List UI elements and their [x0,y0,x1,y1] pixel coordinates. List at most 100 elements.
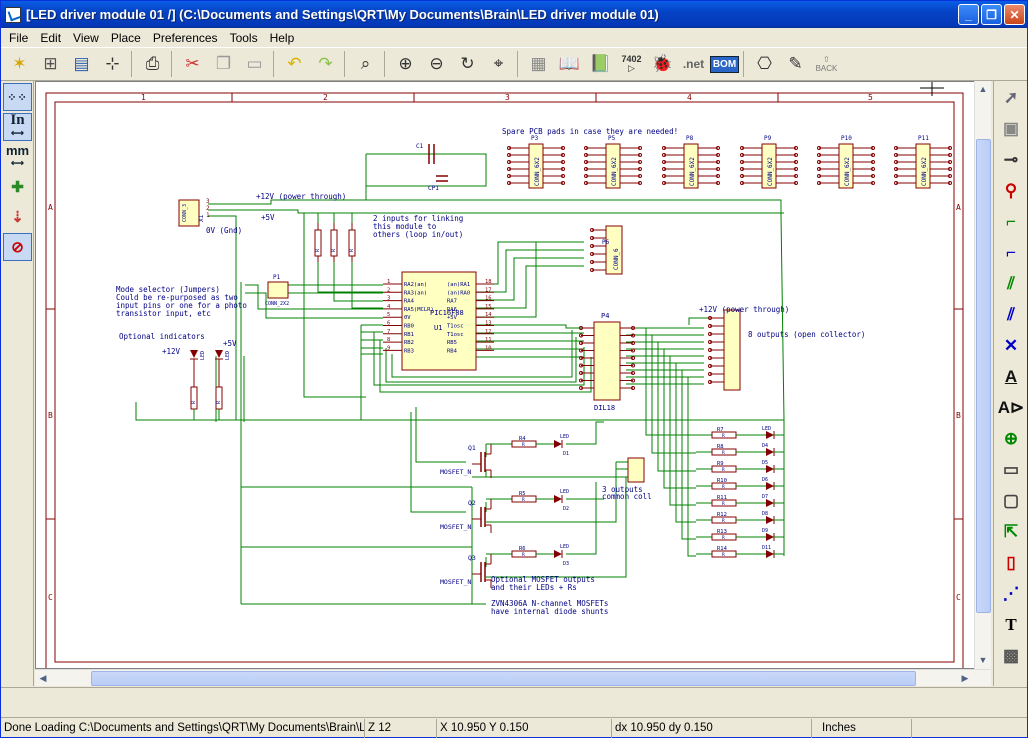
scroll-right-icon[interactable]: ▶ [957,670,973,686]
spare-connector: P8 CONN_6X2 [662,135,720,189]
grid-toggle-icon[interactable]: ⁘⁘ [3,83,32,111]
border-row-label: C [956,593,961,602]
vertical-scroll-thumb[interactable] [976,139,991,613]
menu-tools[interactable]: Tools [224,31,264,45]
copy-icon[interactable]: ❐ [208,49,239,79]
connector-value: CONN_6X2 [921,157,928,186]
add-power-icon[interactable]: ⚲ [996,177,1026,205]
note-mosfet-2: and their LEDs + Rs [491,583,577,592]
pin-name: (an)RA0 [447,290,470,296]
resistor-body [215,386,223,410]
wire-to-bus-icon[interactable]: ⫽ [996,270,1026,298]
title-bar[interactable]: [LED driver module 01 /] (C:\Documents a… [1,1,1027,28]
text-tool-label: T [1005,615,1017,634]
add-polyline-icon[interactable]: ⋰ [996,580,1026,608]
undo-icon[interactable]: ↶ [279,49,310,79]
bom-icon[interactable]: BOM [709,49,740,79]
units-mm-button[interactable]: mm ⟷ [3,143,32,171]
optional-indicators: LED R LED R [190,350,231,420]
pin-name: RB3 [404,348,414,354]
cut-icon[interactable]: ✂ [177,49,208,79]
add-text-icon[interactable]: T [996,611,1026,639]
bus-wire-icon[interactable]: ⊘ [3,233,32,261]
menu-help[interactable]: Help [264,31,301,45]
zoom-in-icon[interactable]: ⊕ [390,49,421,79]
maximize-button[interactable]: ❐ [981,4,1002,25]
add-global-label-icon[interactable]: A ⊳ [996,394,1026,422]
horizontal-scroll-thumb[interactable] [91,671,916,686]
capacitor-cp1 [436,175,448,182]
output-led-chain: R7RLEDR8RD4R9RD5R10RD6R11RD7R12RD8R13RD9… [696,426,784,558]
resistor-value: R [722,535,725,541]
add-hier-label-icon[interactable]: ▭ [996,456,1026,484]
scroll-down-icon[interactable]: ▼ [975,652,991,668]
import-pin-icon[interactable]: ⇱ [996,518,1026,546]
zoom-fit-icon[interactable]: ⌖ [483,49,514,79]
menu-place[interactable]: Place [105,31,147,45]
hierarchy-icon[interactable]: ⊞ [35,49,66,79]
p1-value: CONN_2X2 [265,301,289,307]
connector-ref: P3 [531,135,539,142]
add-sheet-icon[interactable]: ▢ [996,487,1026,515]
back-icon[interactable]: ⇧ BACK [811,49,842,79]
erc-icon[interactable]: 🐞 [647,49,678,79]
add-wire-icon[interactable]: ⌐ [996,208,1026,236]
resistor-value: R [722,433,725,439]
pin-number: 16 [485,296,492,302]
add-junction-icon[interactable]: ⊕ [996,425,1026,453]
connector-ref: P9 [764,135,772,142]
cursor-shape-icon[interactable]: ✚ [3,173,32,201]
resistor-ref: R10 [717,478,727,484]
pin-name: RA3(an) [404,290,427,296]
menu-preferences[interactable]: Preferences [147,31,224,45]
bus-to-bus-icon[interactable]: ⫽ [996,301,1026,329]
find-icon[interactable]: ⌕ [350,49,381,79]
resistor-value: R [722,484,725,490]
hidden-pins-icon[interactable]: ⇣ [3,203,32,231]
annotate-icon[interactable]: ✎ [780,49,811,79]
units-inch-button[interactable]: In ⟷ [3,113,32,141]
add-image-icon[interactable]: ▩ [996,642,1026,670]
scroll-left-icon[interactable]: ◀ [35,670,51,686]
schematic-canvas[interactable]: 1 2 3 4 5 A B C A B C P3 CONN_6X2 P5 CON… [35,81,991,669]
save-icon[interactable]: ▤ [66,49,97,79]
no-connect-icon[interactable]: ✕ [996,332,1026,360]
resistor-ref: R4 [519,436,526,442]
scroll-up-icon[interactable]: ▲ [975,81,991,97]
hierarchy-nav-icon[interactable]: ▦ [523,49,554,79]
net-icon[interactable]: .net [678,49,709,79]
redo-icon[interactable]: ↷ [310,49,341,79]
menu-file[interactable]: File [3,31,34,45]
status-dxdy: dx 10.950 dy 0.150 [612,718,812,738]
new-sheet-icon[interactable]: ✶ [4,49,35,79]
pin-number: 17 [485,287,492,293]
back-label: BACK [815,64,838,73]
library-editor-icon[interactable]: 📖 [554,49,585,79]
menu-view[interactable]: View [67,31,105,45]
close-button[interactable]: ✕ [1004,4,1025,25]
pin-number: 12 [485,329,492,335]
pin-name: T1osc [447,324,464,330]
add-bus-icon[interactable]: ⌐ [996,239,1026,267]
hierarchy-navigator-icon[interactable]: ▣ [996,115,1026,143]
add-label-icon[interactable]: A [996,363,1026,391]
connector-ref: P10 [841,135,852,142]
add-pin-icon[interactable]: ▯ [996,549,1026,577]
page-settings-icon[interactable]: ⊹ [97,49,128,79]
horizontal-scrollbar[interactable]: ◀ ▶ [35,669,991,686]
border-col-label: 5 [868,93,873,102]
zoom-out-icon[interactable]: ⊖ [421,49,452,79]
library-browser-icon[interactable]: 📗 [585,49,616,79]
minimize-button[interactable]: _ [958,4,979,25]
paste-icon[interactable]: ▭ [239,49,270,79]
menu-edit[interactable]: Edit [34,31,67,45]
redraw-icon[interactable]: ↻ [452,49,483,79]
netlist-icon[interactable]: 7402 ▷ [616,49,647,79]
u1-value: PIC16F88 [430,309,464,317]
add-component-icon[interactable]: ⊸ [996,146,1026,174]
print-icon[interactable]: ⎙ [137,49,168,79]
p1-ref: P1 [273,274,281,281]
vertical-scrollbar[interactable]: ▲ ▼ [974,81,991,669]
footprint-icon[interactable]: ⎔ [749,49,780,79]
select-arrow-icon[interactable]: ➚ [996,84,1026,112]
